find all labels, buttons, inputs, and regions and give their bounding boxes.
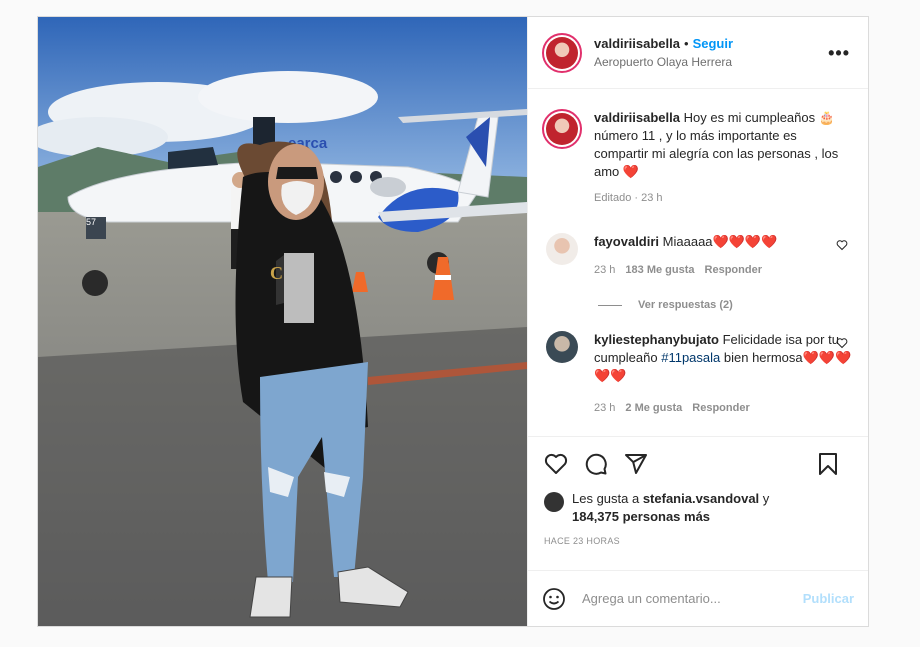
commenter-username[interactable]: kyliestephanybujato (594, 332, 719, 347)
post-location[interactable]: Aeropuerto Olaya Herrera (594, 53, 733, 71)
caption-edited: Editado · 23 h (594, 192, 663, 204)
caption-avatar[interactable] (542, 109, 582, 149)
comment-body: Miaaaaa❤️❤️❤️❤️ (662, 234, 778, 249)
commenter-avatar[interactable] (546, 233, 578, 265)
like-heart-icon[interactable] (544, 452, 568, 476)
view-replies[interactable]: Ver respuestas (2) (598, 299, 854, 311)
header-separator: • (684, 35, 689, 51)
replies-divider (598, 304, 622, 306)
caption-text: valdiriisabella Hoy es mi cumpleaños 🎂 n… (594, 109, 854, 207)
likes-text: Les gusta a stefania.vsandoval y 184,375… (572, 490, 769, 526)
post-photo[interactable]: earca 57 C (38, 17, 527, 626)
airport-photo: earca 57 C (38, 17, 527, 626)
tail-number: 57 (86, 217, 96, 227)
comment-likes[interactable]: 183 Me gusta (625, 264, 694, 276)
emoji-icon[interactable] (542, 587, 566, 611)
comment-likes[interactable]: 2 Me gusta (625, 402, 682, 414)
more-options-icon[interactable]: ••• (828, 43, 850, 64)
caption: valdiriisabella Hoy es mi cumpleaños 🎂 n… (542, 89, 854, 207)
comment-meta: 23 h 2 Me gusta Responder (594, 399, 854, 417)
publish-button[interactable]: Publicar (803, 591, 854, 606)
likes-summary: Les gusta a stefania.vsandoval y 184,375… (528, 490, 868, 526)
commenter-username[interactable]: fayovaldiri (594, 234, 659, 249)
commenter-avatar[interactable] (546, 331, 578, 363)
svg-text:C: C (270, 263, 283, 283)
liker-username[interactable]: stefania.vsandoval (643, 491, 759, 506)
save-bookmark-icon[interactable] (818, 452, 838, 476)
comment-input[interactable] (582, 591, 803, 606)
comments-area[interactable]: valdiriisabella Hoy es mi cumpleaños 🎂 n… (528, 89, 868, 436)
comment-time: 23 h (594, 264, 616, 276)
comment-time: 23 h (594, 402, 616, 414)
comment-bubble-icon[interactable] (584, 452, 608, 476)
comment-like-icon[interactable] (836, 239, 848, 251)
post-sidebar: valdiriisabella • Seguir Aeropuerto Olaya … (527, 17, 868, 626)
reply-button[interactable]: Responder (692, 402, 749, 414)
comment-text: fayovaldiri Miaaaaa❤️❤️❤️❤️ 23 h 183 Me g… (594, 233, 854, 279)
add-comment-bar: Publicar (528, 570, 868, 626)
likes-middle: y (759, 491, 770, 506)
action-bar (528, 436, 868, 490)
liker-avatar[interactable] (544, 492, 564, 512)
comment-item: fayovaldiri Miaaaaa❤️❤️❤️❤️ 23 h 183 Me g… (542, 233, 854, 279)
comment-meta: 23 h 183 Me gusta Responder (594, 261, 854, 279)
likes-count[interactable]: 184,375 personas más (572, 509, 710, 524)
author-avatar[interactable] (542, 32, 582, 73)
post-container: earca 57 C valdiriisabella • Seguir Aero… (37, 16, 869, 627)
caption-username[interactable]: valdiriisabella (594, 110, 680, 125)
post-timestamp[interactable]: HACE 23 HORAS (528, 526, 868, 546)
likes-prefix: Les gusta a (572, 491, 643, 506)
share-send-icon[interactable] (624, 452, 648, 476)
comment-like-icon[interactable] (836, 337, 848, 349)
comment-text: kyliestephanybujato Felicidade isa por t… (594, 331, 854, 417)
header-text: valdiriisabella • Seguir Aeropuerto Olaya … (594, 35, 733, 71)
post-header: valdiriisabella • Seguir Aeropuerto Olaya … (528, 17, 868, 89)
view-replies-label[interactable]: Ver respuestas (2) (638, 299, 733, 311)
follow-button[interactable]: Seguir (693, 36, 733, 51)
comment-item: kyliestephanybujato Felicidade isa por t… (542, 331, 854, 417)
hashtag-link[interactable]: #11pasala (661, 350, 720, 365)
author-username[interactable]: valdiriisabella (594, 36, 680, 51)
reply-button[interactable]: Responder (705, 264, 762, 276)
